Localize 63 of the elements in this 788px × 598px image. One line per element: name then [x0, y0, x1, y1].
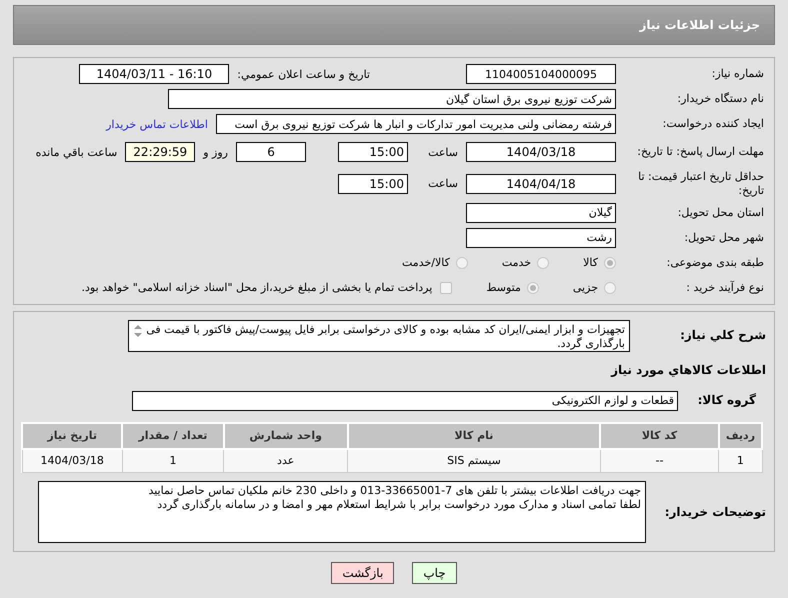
print-button[interactable]: چاپ: [412, 562, 457, 584]
radio-button[interactable]: [604, 256, 616, 268]
province-field: گیلان: [466, 202, 616, 222]
field-label: ایجاد کننده درخواست:: [662, 117, 764, 131]
radio-label: جزیی: [572, 281, 598, 294]
column-header: نام کالا: [348, 422, 600, 448]
date-field: 1404/04/18: [466, 174, 616, 194]
remaining-time-field: 22:29:59: [125, 142, 196, 162]
field-label: طبقه بندی موضوعی:: [666, 256, 764, 270]
treasury-note: پرداخت تمام یا بخشی از مبلغ خرید،از محل "اسناد خزانه اسلامی" خواهد بود.: [82, 281, 432, 294]
buyer-org-field: شرکت توزیع نیروی برق استان گیلان: [168, 89, 616, 109]
page-header: جزئیات اطلاعات نیاز: [13, 5, 775, 45]
radio-label: کالا: [583, 256, 598, 269]
days-label: روز و: [203, 146, 228, 158]
back-button[interactable]: بازگشت: [331, 562, 394, 584]
time-field: 15:00: [338, 174, 408, 194]
radio-label: متوسط: [486, 281, 521, 294]
table-cell: 1404/03/18: [22, 448, 122, 472]
column-header: کد کالا: [600, 422, 719, 448]
field-label: حداقل تاریخ اعتبار قیمت: تا تاریخ:: [637, 170, 764, 198]
description-field: تجهیزات و ابزار ایمنی/ایران کد مشابه بوده و کالای درخواستی برابر فایل پیوست/پیش فاکتور با قیمت فی بارگذاری گردد.: [128, 320, 630, 352]
field-label: نام دستگاه خریدار:: [676, 92, 764, 106]
time-label: ساعت: [427, 177, 458, 190]
radio-button[interactable]: [604, 282, 616, 294]
announce-date-field: 1404/03/11 - 16:10: [79, 64, 230, 84]
column-header: ردیف: [718, 422, 762, 448]
note-line: جهت دریافت اطلاعات بیشتر با تلفن های 7-33665001-013 و داخلی 230 خانم ملکیان تماس حاصل نمایید: [147, 484, 641, 498]
creator-field: فرشته رمضانی ولنی مدیریت امور تدارکات و انبار ها شرکت توزیع نیروی برق است: [216, 114, 616, 134]
table-cell: --: [600, 448, 719, 472]
date-field: 1404/03/18: [466, 142, 616, 162]
field-label: نوع فرآیند خرید :: [685, 280, 764, 294]
city-field: رشت: [466, 228, 616, 248]
column-header: تعداد / مقدار: [122, 422, 224, 448]
note-line: لطفا تمامی اسناد و مدارک مورد درخواست برابر با شرایط استعلام مهر و امضا و در سامانه بارگذاری گردد: [156, 498, 641, 513]
radio-button[interactable]: [537, 256, 550, 268]
field-label: مهلت ارسال پاسخ: تا تاریخ:: [636, 145, 764, 159]
radio-label: خدمت: [502, 256, 532, 269]
radio-label: کالا/خدمت: [402, 256, 450, 269]
table-cell: 1: [122, 448, 224, 472]
goods-group-field: قطعات و لوازم الکترونیکی: [132, 390, 678, 410]
time-field: 15:00: [338, 142, 408, 162]
field-label: تاریخ و ساعت اعلان عمومي:: [237, 68, 370, 80]
table-cell: 1: [718, 448, 762, 472]
checkbox[interactable]: [440, 282, 452, 294]
column-header: واحد شمارش: [224, 422, 348, 448]
section-heading: اطلاعات کالاهاي مورد نیاز: [611, 362, 766, 376]
field-label: توضیحات خریدار:: [664, 504, 766, 520]
time-label: ساعت: [427, 146, 458, 158]
field-label: استان محل تحویل:: [676, 206, 764, 220]
field-label: شماره نیاز:: [710, 67, 764, 81]
buyer-contact-link[interactable]: اطلاعات تماس خریدار: [106, 118, 208, 130]
table-cell: عدد: [224, 448, 348, 472]
field-label: شهر محل تحویل:: [683, 230, 764, 244]
remaining-label: ساعت باقي مانده: [36, 146, 118, 158]
need-number-field: 1104005104000095: [466, 64, 616, 84]
column-header: تاریخ نیاز: [22, 422, 122, 448]
radio-button[interactable]: [526, 282, 539, 294]
field-label: گروه کالا:: [696, 393, 757, 408]
field-label: شرح کلي نیاز:: [679, 326, 766, 342]
days-field: 6: [236, 142, 306, 162]
scroll-arrows-icon[interactable]: [133, 324, 143, 338]
table-cell: سیستم SIS: [348, 448, 600, 472]
radio-button[interactable]: [456, 256, 468, 268]
